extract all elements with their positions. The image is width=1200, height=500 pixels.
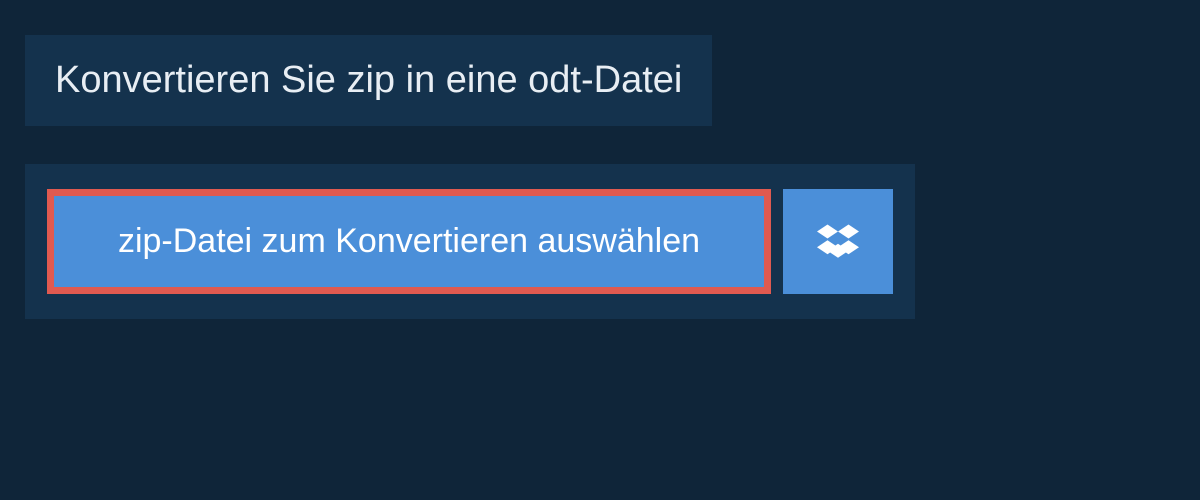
select-file-button[interactable]: zip-Datei zum Konvertieren auswählen (47, 189, 771, 294)
converter-panel: Konvertieren Sie zip in eine odt-Datei z… (0, 0, 1200, 354)
header-tab: Konvertieren Sie zip in eine odt-Datei (25, 35, 712, 126)
dropbox-icon (817, 221, 859, 263)
file-select-panel: zip-Datei zum Konvertieren auswählen (25, 164, 915, 319)
select-file-label: zip-Datei zum Konvertieren auswählen (118, 222, 700, 261)
dropbox-button[interactable] (783, 189, 893, 294)
page-title: Konvertieren Sie zip in eine odt-Datei (55, 59, 682, 102)
